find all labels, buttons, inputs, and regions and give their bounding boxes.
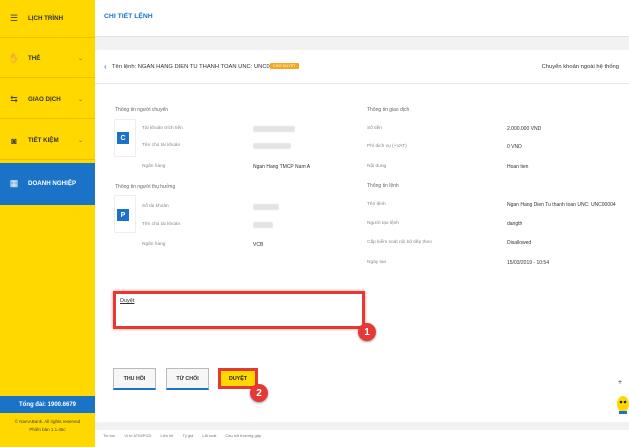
footer-link-interest-rate[interactable]: Lãi suất (202, 433, 216, 438)
sidebar-item-tiet-kiem[interactable]: ◙ TIẾT KIỆM ⌄ (0, 122, 95, 160)
creator-label: Người tạo lệnh (367, 221, 399, 226)
footer-link-contact[interactable]: Liên hệ (160, 433, 173, 438)
command-header: ‹ Tên lệnh: NGAN HANG DIEN TU THANH TOAN… (95, 50, 629, 84)
calendar-icon: ☰ (9, 13, 19, 23)
sender-section-label: Thông tin người chuyển (115, 107, 169, 113)
footer-links: Tin tức Vị trí ATM/PGD Liên hệ Tỷ giá Lã… (103, 433, 261, 438)
receiver-avatar: P (117, 209, 129, 221)
fee-value: 0 VND (507, 144, 522, 150)
approval-note-input[interactable]: Duyệt (113, 291, 365, 329)
step-marker-1: 1 (358, 323, 376, 341)
sender-avatar: C (117, 132, 129, 144)
svg-text:+: + (617, 379, 622, 386)
building-icon: ▦ (9, 178, 19, 188)
receiver-account-masked (253, 204, 279, 210)
sidebar-item-label: THẺ (28, 55, 41, 62)
mascot-icon[interactable]: + (612, 378, 629, 418)
hotline[interactable]: Tổng đài: 1900.6679 (0, 396, 95, 413)
command-info-section-label: Thông tin lệnh (367, 183, 399, 189)
transaction-section-label: Thông tin giao dịch (367, 107, 410, 113)
amount-label: Số tiền (367, 126, 382, 131)
page-title: CHI TIẾT LỆNH (104, 13, 153, 20)
chevron-down-icon: ⌄ (77, 56, 83, 62)
footer-link-atm[interactable]: Vị trí ATM/PGD (124, 433, 151, 438)
sidebar: ☰ LỊCH TRÌNH ✋ THẺ ⌄ ⇆ GIAO DỊCH ⌄ ◙ TIẾ… (0, 0, 95, 447)
recall-button[interactable]: THU HỒI (113, 368, 156, 390)
command-name-value: Ngan Hang Dien Tu thanh toan UNC: UNC000… (507, 202, 616, 208)
sender-owner-masked (253, 143, 291, 149)
transfer-icon: ⇆ (10, 94, 18, 104)
footer: Tin tức Vị trí ATM/PGD Liên hệ Tỷ giá Lã… (95, 430, 629, 447)
sender-owner-label: Tên chủ tài khoản (142, 143, 181, 148)
sidebar-item-giao-dich[interactable]: ⇆ GIAO DỊCH ⌄ (0, 81, 95, 119)
piggy-bank-icon: ◙ (11, 135, 17, 146)
amount-value: 2.000.000 VND (507, 126, 542, 132)
reject-button[interactable]: TỪ CHỐI (166, 368, 209, 390)
chevron-down-icon: ⌄ (77, 97, 83, 103)
sidebar-item-lich-trinh[interactable]: ☰ LỊCH TRÌNH (0, 0, 95, 38)
fee-label: Phí dịch vụ (+VAT) (367, 144, 407, 149)
content-value: Hoan tien (507, 164, 529, 170)
footer-link-faq[interactable]: Câu hỏi thường gặp (225, 433, 261, 438)
sidebar-item-label: TIẾT KIỆM (28, 137, 59, 144)
receiver-section-label: Thông tin người thụ hưởng (115, 184, 176, 190)
version-text: Phiên bản 1.1.45c (29, 427, 66, 432)
sidebar-item-label: LỊCH TRÌNH (28, 15, 64, 22)
approval-level-label: Cấp kiểm soát nội bộ tiếp theo (367, 240, 432, 245)
receiver-bank-label: Ngân hàng (142, 242, 166, 247)
status-badge: CHỜ DUYỆT (270, 63, 299, 69)
command-detail-card: ‹ Tên lệnh: NGAN HANG DIEN TU THANH TOAN… (95, 50, 629, 422)
sidebar-item-label: GIAO DỊCH (28, 96, 61, 103)
approval-level-value: Disallowed (507, 240, 532, 246)
footer-link-news[interactable]: Tin tức (103, 433, 115, 438)
approval-note-text: Duyệt (120, 298, 135, 304)
receiver-owner-label: Tên chủ tài khoản (142, 222, 181, 227)
footer-link-exchange-rate[interactable]: Tỷ giá (182, 433, 193, 438)
receiver-owner-masked (253, 222, 273, 228)
top-header: CHI TIẾT LỆNH (95, 0, 629, 37)
copyright-text: © NamABank. All rights reserved (14, 419, 81, 424)
sender-account-masked (253, 126, 295, 132)
sidebar-item-label: DOANH NGHIỆP (28, 180, 77, 187)
back-icon[interactable]: ‹ (104, 62, 107, 71)
sender-bank-label: Ngân hàng (142, 164, 166, 169)
sidebar-item-the[interactable]: ✋ THẺ ⌄ (0, 40, 95, 78)
chevron-down-icon: ⌄ (77, 138, 83, 144)
receiver-account-label: Số tài khoản (142, 204, 169, 209)
copyright: © NamABank. All rights reserved Phiên bả… (0, 418, 95, 434)
card-icon: ✋ (8, 53, 20, 63)
content-label: Nội dung (367, 164, 387, 169)
created-date-value: 15/03/2019 - 10:54 (507, 260, 549, 266)
sender-account-label: Tài khoản trích tiền (142, 126, 183, 131)
command-name-label: Tên lệnh (367, 202, 386, 207)
receiver-bank-value: VCB (253, 242, 264, 248)
transfer-type: Chuyển khoản ngoài hệ thống (541, 64, 619, 70)
sidebar-item-doanh-nghiep[interactable]: ▦ DOANH NGHIỆP (0, 163, 95, 205)
created-date-label: Ngày tạo (367, 260, 387, 265)
command-title: Tên lệnh: NGAN HANG DIEN TU THANH TOAN U… (112, 64, 283, 70)
step-marker-2: 2 (250, 384, 268, 402)
sender-bank-value: Ngan Hang TMCP Nam A (253, 164, 311, 170)
creator-value: dangth (507, 221, 523, 227)
